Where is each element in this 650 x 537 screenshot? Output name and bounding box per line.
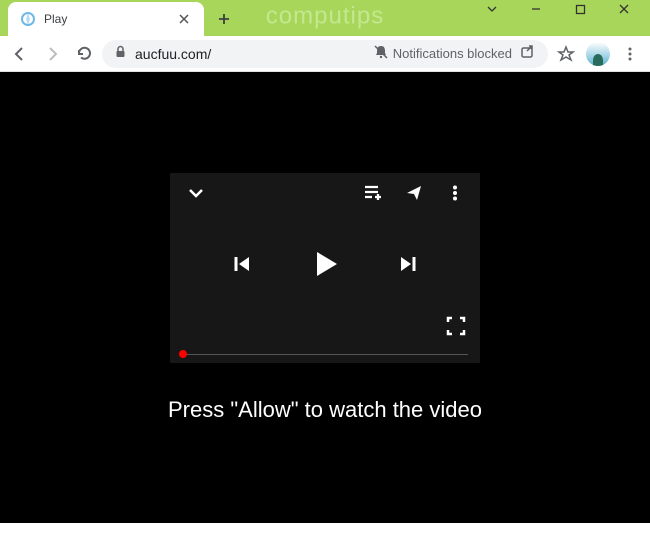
tab-title: Play — [44, 12, 176, 26]
dropdown-button[interactable] — [470, 0, 514, 24]
close-tab-button[interactable] — [176, 11, 192, 27]
close-window-button[interactable] — [602, 0, 646, 24]
page-content: Press "Allow" to watch the video — [0, 72, 650, 523]
window-controls — [470, 0, 646, 24]
play-button[interactable] — [307, 246, 343, 287]
profile-button[interactable] — [584, 40, 612, 68]
avatar-icon — [586, 42, 610, 66]
share-button[interactable] — [404, 182, 426, 209]
notification-blocked-indicator[interactable]: Notifications blocked — [373, 44, 512, 63]
progress-thumb-icon — [179, 350, 187, 358]
menu-button[interactable] — [616, 40, 644, 68]
bell-blocked-icon — [373, 44, 389, 63]
player-controls — [170, 219, 480, 315]
more-options-button[interactable] — [446, 184, 464, 207]
reload-button[interactable] — [70, 40, 98, 68]
progress-bar[interactable] — [182, 354, 468, 355]
player-top-bar — [170, 173, 480, 219]
video-player — [170, 173, 480, 363]
address-bar: aucfuu.com/ Notifications blocked — [0, 36, 650, 72]
browser-tab[interactable]: Play — [8, 2, 204, 36]
share-page-icon[interactable] — [520, 43, 536, 64]
fullscreen-button[interactable] — [446, 316, 466, 341]
tab-favicon-icon — [20, 11, 36, 27]
add-to-playlist-button[interactable] — [362, 182, 384, 209]
minimize-button[interactable] — [514, 0, 558, 24]
player-bottom-bar — [170, 315, 480, 363]
tab-strip: computips Play — [0, 0, 650, 36]
lock-icon — [114, 45, 127, 63]
bookmark-button[interactable] — [552, 40, 580, 68]
back-button[interactable] — [6, 40, 34, 68]
url-field[interactable]: aucfuu.com/ Notifications blocked — [102, 40, 548, 68]
url-text: aucfuu.com/ — [135, 46, 365, 62]
watermark-text: computips — [266, 3, 384, 31]
previous-button[interactable] — [231, 253, 253, 280]
instruction-text: Press "Allow" to watch the video — [168, 397, 482, 423]
maximize-button[interactable] — [558, 0, 602, 24]
collapse-button[interactable] — [186, 183, 362, 208]
new-tab-button[interactable] — [210, 5, 238, 33]
next-button[interactable] — [397, 253, 419, 280]
notification-blocked-text: Notifications blocked — [393, 46, 512, 61]
forward-button[interactable] — [38, 40, 66, 68]
